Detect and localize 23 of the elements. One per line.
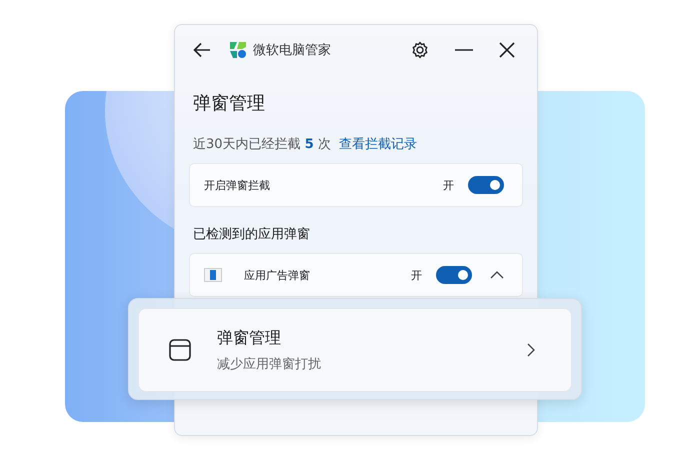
popup-label: 应用广告弹窗 <box>244 268 310 282</box>
logo-icon <box>229 41 247 59</box>
page-title: 弹窗管理 <box>193 92 266 116</box>
toggle-switch[interactable] <box>468 176 504 194</box>
toggle-switch[interactable] <box>436 266 472 284</box>
feature-title: 弹窗管理 <box>217 328 282 348</box>
section-title: 已检测到的应用弹窗 <box>193 226 311 243</box>
toggle-state-text: 开 <box>411 268 422 282</box>
settings-icon[interactable] <box>411 41 429 59</box>
view-records-link[interactable]: 查看拦截记录 <box>338 135 417 153</box>
window-icon <box>169 339 191 361</box>
toggle-label: 开启弹窗拦截 <box>204 178 270 192</box>
minimize-icon[interactable] <box>455 49 473 51</box>
close-icon[interactable] <box>499 42 515 58</box>
chevron-up-icon[interactable] <box>490 271 504 279</box>
block-count-text: 近30天内已经拦截 5 次 <box>193 136 331 153</box>
app-window-icon <box>204 268 222 282</box>
feature-card[interactable]: 弹窗管理 减少应用弹窗打扰 <box>138 308 572 392</box>
app-title: 微软电脑管家 <box>253 42 331 59</box>
feature-subtitle: 减少应用弹窗打扰 <box>217 356 321 372</box>
chevron-right-icon <box>527 343 535 357</box>
toggle-state-text: 开 <box>443 178 454 192</box>
back-arrow-icon[interactable] <box>193 42 211 58</box>
